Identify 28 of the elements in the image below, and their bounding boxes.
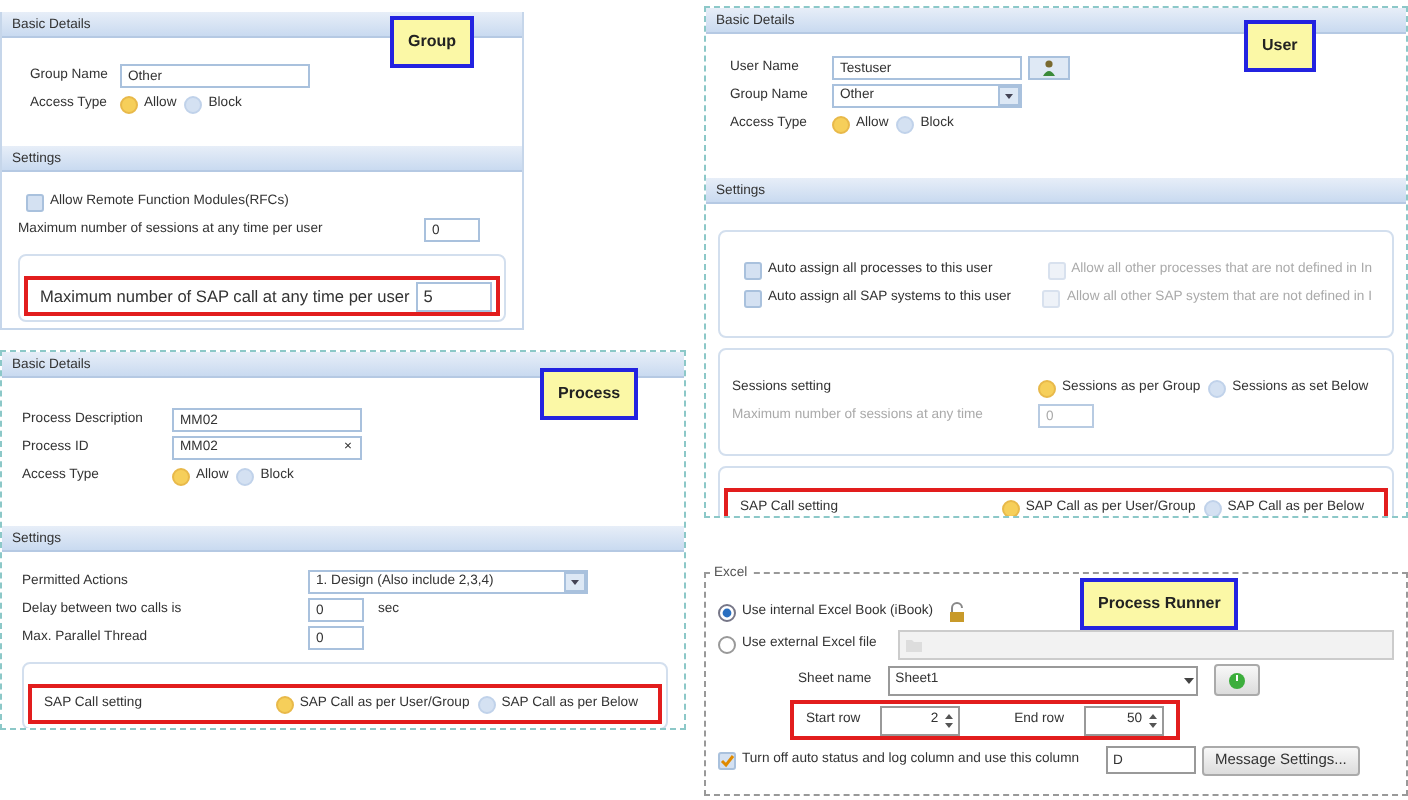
power-icon: [1227, 671, 1246, 689]
radio-button[interactable]: [172, 467, 190, 485]
person-icon: [1042, 60, 1056, 76]
user-lookup-button[interactable]: [1028, 56, 1070, 80]
radio-button[interactable]: [120, 95, 138, 113]
panel-tag: User: [1244, 20, 1316, 72]
input-field[interactable]: 5: [415, 281, 492, 311]
spinner-arrows-icon[interactable]: [1148, 711, 1158, 729]
spinner-arrows-icon[interactable]: [944, 711, 955, 729]
lock-icon[interactable]: [947, 602, 966, 622]
field-label: Maximum number of SAP call at any time per user: [40, 283, 410, 309]
radio-button[interactable]: [832, 115, 850, 133]
radio-button[interactable]: [1001, 499, 1020, 516]
refresh-button[interactable]: [1213, 664, 1260, 696]
radio-button[interactable]: [718, 603, 736, 621]
checkbox[interactable]: [718, 751, 736, 769]
checkbox[interactable]: [744, 261, 762, 279]
caret-icon[interactable]: [998, 86, 1020, 106]
caret-icon: [1181, 674, 1196, 686]
panel-tag: Process Runner: [1080, 578, 1239, 630]
radio-button[interactable]: [1038, 379, 1056, 397]
radio-button[interactable]: [275, 695, 294, 713]
caret-icon[interactable]: [564, 572, 586, 592]
radio-button[interactable]: [718, 635, 736, 653]
checkbox[interactable]: [744, 289, 762, 307]
panel-tag: Group: [390, 16, 474, 68]
checkbox[interactable]: [26, 193, 44, 211]
panel-tag: Process: [540, 368, 639, 420]
